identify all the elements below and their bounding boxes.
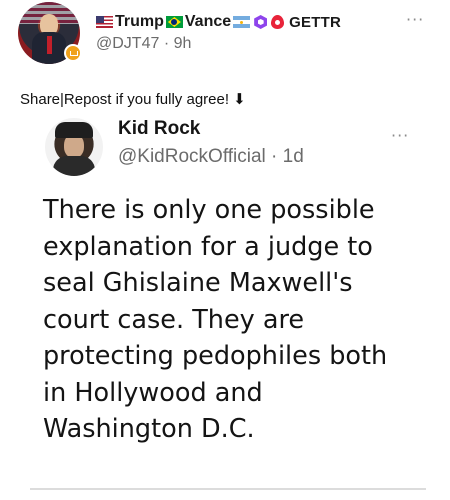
more-options-icon[interactable]: ··· xyxy=(406,10,424,29)
gold-verified-badge-icon xyxy=(64,44,82,62)
quoted-post-body: There is only one possible explanation f… xyxy=(43,192,418,448)
display-name-part-1: Trump xyxy=(115,13,164,30)
post-divider xyxy=(30,488,426,490)
quoted-author-handle[interactable]: @KidRockOfficial xyxy=(118,146,266,167)
author-display-name[interactable]: Trump Vance GETTR xyxy=(96,13,341,31)
display-name-part-2: Vance xyxy=(184,13,232,30)
post-time: 9h xyxy=(173,35,192,52)
argentina-flag-icon xyxy=(233,16,251,28)
author-handle-line: @DJT47 · 9h xyxy=(96,35,191,53)
meta-separator: · xyxy=(271,146,278,167)
purple-hexagon-icon xyxy=(254,15,268,29)
quoted-body-line: There is only one possible xyxy=(43,195,375,225)
gettr-label: GETTR xyxy=(289,13,341,31)
author-handle[interactable]: @DJT47 xyxy=(96,35,159,52)
meta-separator: · xyxy=(163,35,170,52)
quoted-author-handle-line: @KidRockOfficial · 1d xyxy=(118,146,304,168)
quoted-body-line: seal Ghislaine Maxwell's xyxy=(43,268,353,298)
quoted-more-options-icon[interactable]: ··· xyxy=(391,126,409,145)
gettr-logo-icon xyxy=(271,15,285,29)
avatar-hat xyxy=(55,122,93,138)
us-flag-icon xyxy=(96,16,113,28)
quoted-post-card[interactable]: Kid Rock @KidRockOfficial · 1d There is … xyxy=(30,110,426,488)
quoted-body-line: protecting pedophiles both xyxy=(43,341,388,371)
brazil-flag-icon xyxy=(165,16,183,28)
quoted-body-line: court case. They are xyxy=(43,304,305,335)
post-text: Share|Repost if you fully agree! ⬇ xyxy=(20,91,246,108)
quoted-body-line: in Hollywood and xyxy=(43,377,263,408)
avatar-shirt xyxy=(53,156,95,176)
quoted-post-time: 1d xyxy=(282,146,304,167)
quoted-body-line: explanation for a judge to xyxy=(43,231,373,262)
quoted-body-line: Washington D.C. xyxy=(43,414,255,444)
quoted-author-name[interactable]: Kid Rock xyxy=(118,118,200,140)
avatar-tie xyxy=(47,36,52,54)
quoted-author-avatar[interactable] xyxy=(45,118,103,176)
